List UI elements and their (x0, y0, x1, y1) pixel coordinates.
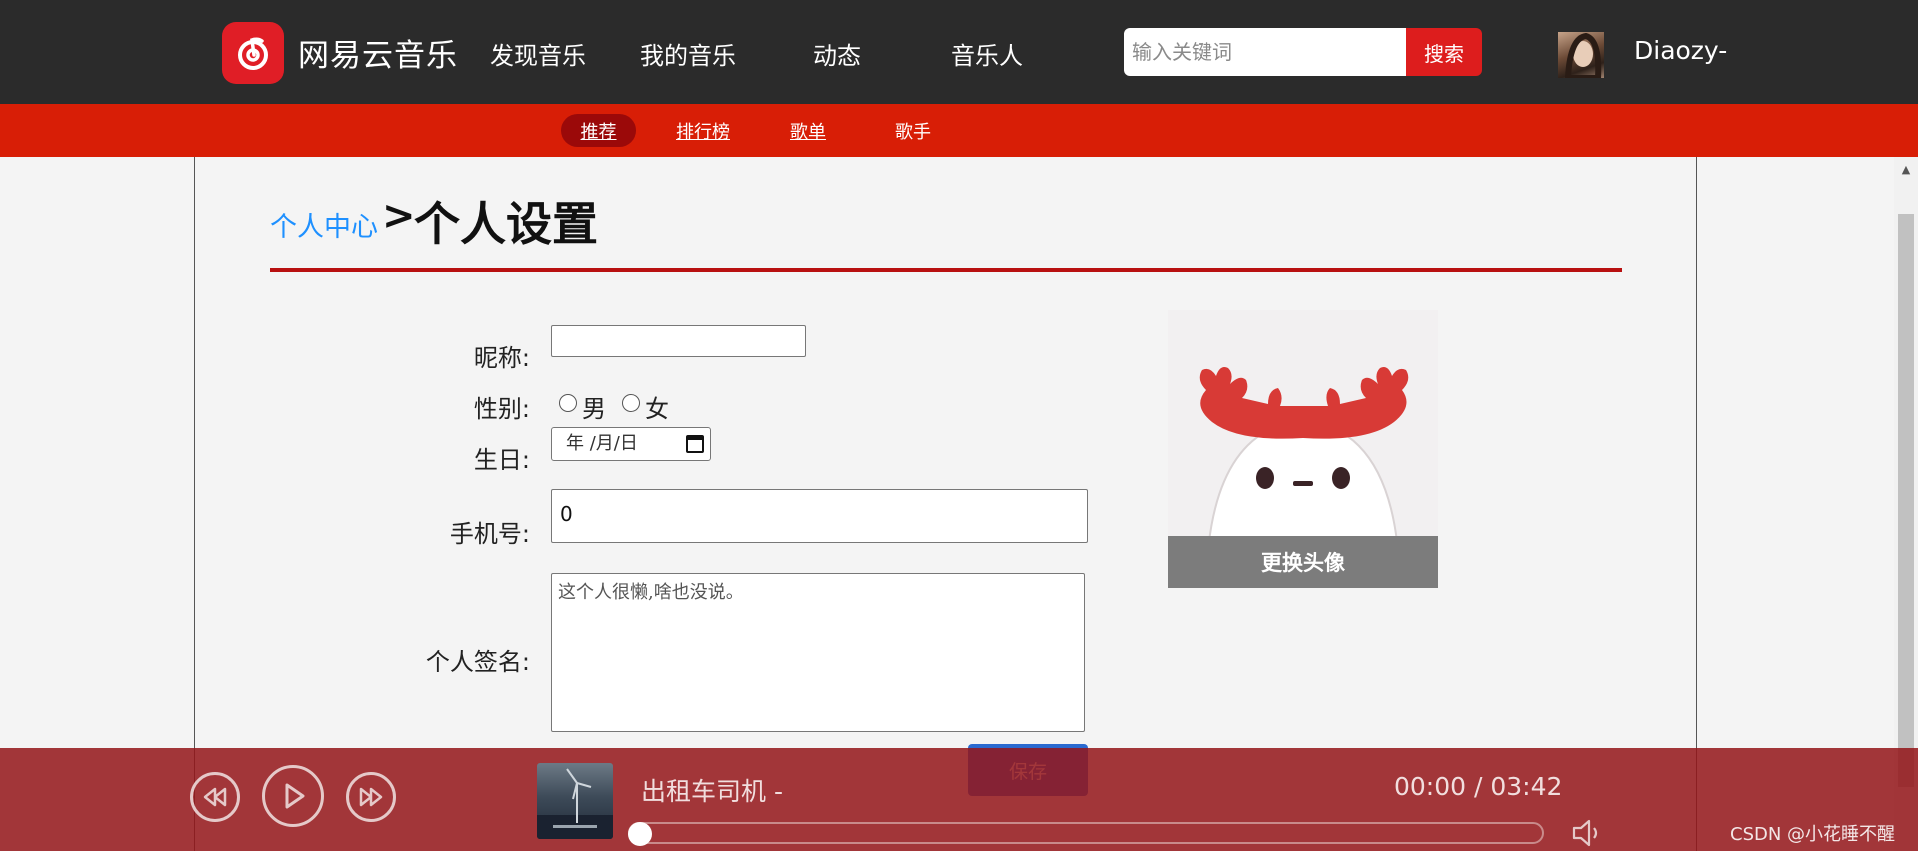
progress-bar[interactable] (628, 822, 1544, 844)
calendar-icon[interactable] (686, 435, 704, 453)
avatar-preview-card: 更换头像 (1168, 310, 1438, 588)
playback-time: 00:00 / 03:42 (1394, 772, 1563, 801)
subnav-recommend[interactable]: 推荐 (561, 114, 636, 147)
gender-male-label[interactable]: 男 (582, 389, 606, 424)
scroll-thumb[interactable] (1898, 214, 1914, 787)
nav-musicians[interactable]: 音乐人 (951, 36, 1023, 71)
previous-track-button[interactable] (190, 772, 240, 822)
phone-label: 手机号: (449, 520, 530, 548)
nav-activity[interactable]: 动态 (813, 36, 861, 71)
gender-female-label[interactable]: 女 (645, 389, 669, 424)
breadcrumb-personal-center-link[interactable]: 个人中心 (270, 205, 378, 244)
nickname-label: 昵称: (473, 344, 530, 372)
phone-input[interactable]: 0 (551, 489, 1088, 543)
scroll-up-arrow-icon[interactable]: ▲ (1894, 163, 1918, 176)
page-title: 个人设置 (414, 197, 598, 251)
gender-label: 性别: (473, 395, 530, 423)
signature-label: 个人签名: (425, 648, 530, 676)
music-note-swirl-icon (238, 37, 268, 70)
speaker-icon (1572, 819, 1598, 847)
album-art-wind-turbine-icon (537, 768, 613, 839)
subnav-artists[interactable]: 歌手 (895, 118, 931, 144)
logo-text[interactable]: 网易云音乐 (298, 30, 458, 75)
netease-music-logo-icon[interactable] (222, 22, 284, 84)
username[interactable]: Diaozy- (1634, 36, 1727, 65)
subnav-charts[interactable]: 排行榜 (676, 118, 730, 144)
play-button[interactable] (262, 765, 324, 827)
subnav-playlists[interactable]: 歌单 (790, 118, 826, 144)
avatar-portrait-icon (1564, 32, 1602, 78)
gender-female-radio[interactable] (622, 394, 640, 412)
title-divider (270, 268, 1622, 272)
song-title: 出租车司机 - (641, 777, 783, 806)
search-button[interactable]: 搜索 (1406, 28, 1482, 76)
volume-button[interactable] (1570, 818, 1604, 851)
nav-discover-music[interactable]: 发现音乐 (490, 36, 586, 71)
fast-forward-icon (359, 787, 383, 807)
play-icon (285, 783, 305, 809)
signature-value: 这个人很懒,啥也没说。 (558, 582, 744, 603)
birthday-placeholder: 年 /月/日 (566, 433, 638, 454)
user-avatar[interactable] (1558, 32, 1604, 78)
sub-navbar (0, 104, 1918, 157)
phone-value: 0 (560, 502, 573, 526)
gender-male-radio[interactable] (559, 394, 577, 412)
birthday-label: 生日: (473, 446, 530, 474)
content-left-border (194, 157, 195, 851)
next-track-button[interactable] (346, 772, 396, 822)
change-avatar-button[interactable]: 更换头像 (1168, 536, 1438, 588)
search-input[interactable] (1124, 28, 1406, 76)
csdn-watermark: CSDN @小花睡不醒 (1730, 824, 1896, 845)
rewind-icon (203, 787, 227, 807)
page-scrollbar[interactable]: ▲ (1894, 157, 1918, 851)
nav-my-music[interactable]: 我的音乐 (640, 36, 736, 71)
nickname-input[interactable] (551, 325, 806, 357)
progress-knob[interactable] (628, 822, 652, 846)
album-cover[interactable] (537, 763, 613, 839)
signature-textarea[interactable]: 这个人很懒,啥也没说。 (551, 573, 1085, 732)
breadcrumb-separator: > (382, 193, 416, 239)
birthday-date-input[interactable]: 年 /月/日 (551, 427, 711, 461)
content-right-border (1696, 157, 1697, 851)
